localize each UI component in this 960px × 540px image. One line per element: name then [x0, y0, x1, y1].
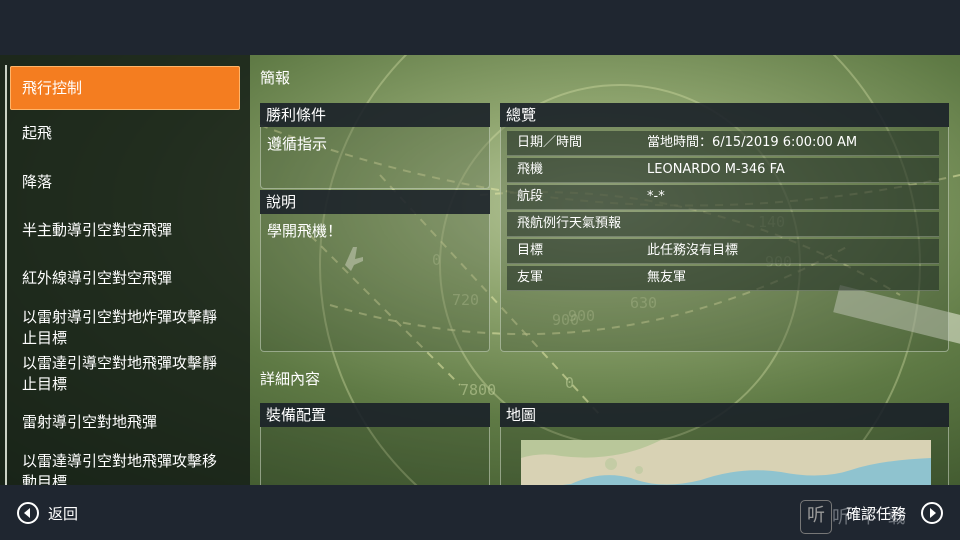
- loadout-panel-body: [260, 427, 490, 485]
- overview-panel-body: 日期／時間 當地時間：6/15/2019 6:00:00 AM 飛機 LEONA…: [500, 127, 949, 352]
- overview-value: LEONARDO M-346 FA: [647, 162, 785, 177]
- confirm-mission-label[interactable]: 確認任務: [846, 503, 906, 524]
- overview-value: 無友軍: [647, 270, 687, 285]
- sidebar-item-label: 以雷達引導空對地飛彈攻擊靜止目標: [22, 354, 218, 393]
- watermark-logo-icon: 听: [800, 500, 832, 534]
- overview-row-aircraft: 飛機 LEONARDO M-346 FA: [507, 158, 939, 183]
- mission-sidebar: 飛行控制 起飛 降落 半主動導引空對空飛彈 紅外線導引空對空飛彈 以雷射導引空對…: [0, 55, 250, 491]
- map-panel-title: 地圖: [500, 403, 949, 427]
- map-panel-body: [500, 427, 949, 485]
- back-button[interactable]: [17, 502, 39, 524]
- victory-panel-title: 勝利條件: [260, 103, 490, 127]
- sidebar-item-radar-agm-static[interactable]: 以雷達引導空對地飛彈攻擊靜止目標: [10, 353, 240, 395]
- victory-panel: 勝利條件 遵循指示: [260, 103, 490, 189]
- description-panel-body: 學開飛機！: [260, 214, 490, 352]
- description-panel-title: 說明: [260, 190, 490, 214]
- overview-panel: 總覽 日期／時間 當地時間：6/15/2019 6:00:00 AM 飛機 LE…: [500, 103, 949, 352]
- overview-value: 此任務沒有目標: [647, 243, 739, 258]
- sidebar-item-label: 半主動導引空對空飛彈: [22, 221, 173, 239]
- victory-text: 遵循指示: [267, 135, 328, 153]
- top-bar: [0, 0, 960, 55]
- sidebar-item-infrared-aam[interactable]: 紅外線導引空對空飛彈: [10, 268, 240, 289]
- sidebar-item-semi-active-aam[interactable]: 半主動導引空對空飛彈: [10, 220, 240, 241]
- overview-key: 航段: [517, 189, 544, 204]
- overview-value: *-*: [647, 189, 665, 204]
- overview-key: 目標: [517, 243, 544, 258]
- overview-row-friendly: 友軍 無友軍: [507, 266, 939, 291]
- sidebar-item-laser-agm[interactable]: 雷射導引空對地飛彈: [10, 412, 240, 433]
- bg-number: 0: [565, 374, 574, 392]
- play-arrow-icon: [930, 508, 936, 518]
- back-button-label[interactable]: 返回: [48, 503, 78, 524]
- overview-panel-title: 總覽: [500, 103, 949, 127]
- overview-key: 飛航例行天氣預報: [517, 216, 622, 231]
- briefing-section-title: 簡報: [260, 69, 291, 87]
- sidebar-item-takeoff[interactable]: 起飛: [10, 123, 240, 144]
- sidebar-item-label: 飛行控制: [22, 78, 83, 97]
- description-panel: 說明 學開飛機！: [260, 190, 490, 352]
- overview-key: 日期／時間: [517, 135, 583, 150]
- sidebar-edge-line: [5, 65, 7, 485]
- map-panel[interactable]: 地圖: [500, 403, 949, 485]
- overview-key: 飛機: [517, 162, 544, 177]
- overview-row-datetime: 日期／時間 當地時間：6/15/2019 6:00:00 AM: [507, 131, 939, 156]
- victory-panel-body: 遵循指示: [260, 127, 490, 189]
- sidebar-item-flight-control[interactable]: 飛行控制: [10, 66, 240, 110]
- bg-number: 7800: [460, 381, 496, 399]
- description-text: 學開飛機！: [267, 222, 343, 240]
- loadout-panel[interactable]: 裝備配置: [260, 403, 490, 485]
- bottom-bar: 返回 听 听 下 载 確認任務: [0, 485, 960, 540]
- back-arrow-icon: [24, 508, 30, 518]
- overview-row-weather: 飛航例行天氣預報: [507, 212, 939, 237]
- overview-row-target: 目標 此任務沒有目標: [507, 239, 939, 264]
- details-section-title: 詳細內容: [260, 370, 321, 388]
- loadout-panel-title: 裝備配置: [260, 403, 490, 427]
- sidebar-item-label: 以雷射導引空對地炸彈攻擊靜止目標: [22, 308, 218, 347]
- sidebar-item-label: 紅外線導引空對空飛彈: [22, 269, 173, 287]
- sidebar-item-laser-bomb-static[interactable]: 以雷射導引空對地炸彈攻擊靜止目標: [10, 307, 240, 349]
- overview-value: 當地時間：6/15/2019 6:00:00 AM: [647, 135, 858, 150]
- sidebar-item-label: 降落: [22, 173, 53, 191]
- overview-key: 友軍: [517, 270, 544, 285]
- overview-row-route: 航段 *-*: [507, 185, 939, 210]
- mission-map-image[interactable]: [521, 440, 931, 485]
- sidebar-item-landing[interactable]: 降落: [10, 172, 240, 193]
- sidebar-item-label: 雷射導引空對地飛彈: [22, 413, 158, 431]
- confirm-mission-button[interactable]: [921, 502, 943, 524]
- sidebar-item-label: 起飛: [22, 124, 53, 142]
